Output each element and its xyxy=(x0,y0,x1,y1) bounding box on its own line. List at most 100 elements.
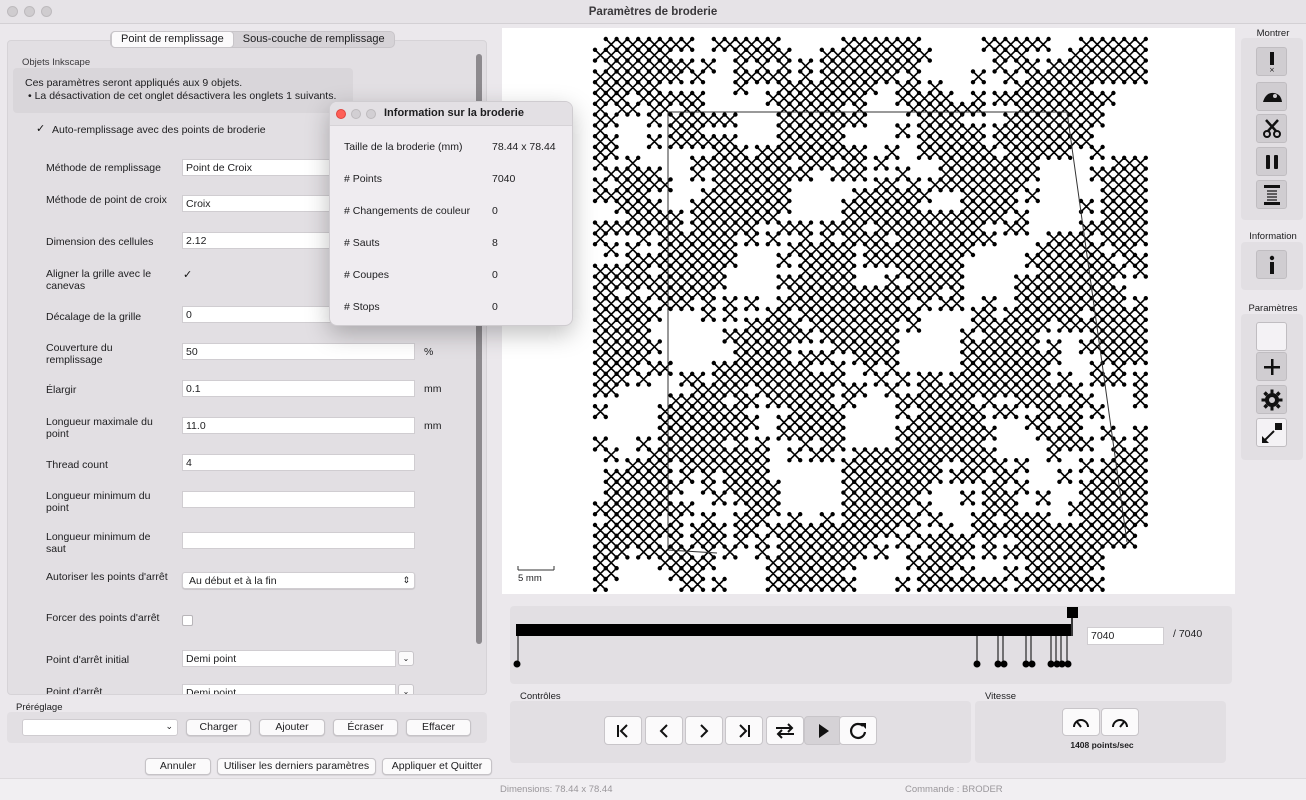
use-last-settings-button[interactable]: Utiliser les derniers paramètres xyxy=(217,758,376,775)
initial-lock-label: Point d'arrêt initial xyxy=(46,654,130,666)
force-lock-checkbox[interactable] xyxy=(182,615,193,626)
allow-lock-select[interactable]: Au début et à la fin ⇕ xyxy=(182,572,415,589)
skip-to-end-button[interactable] xyxy=(725,716,763,745)
restart-button[interactable] xyxy=(839,716,877,745)
tab-fill-underlay[interactable]: Sous-couche de remplissage xyxy=(234,32,394,47)
grid-offset-input[interactable]: 0 xyxy=(182,306,332,323)
status-dimensions: Dimensions: 78.44 x 78.44 xyxy=(500,784,613,795)
min-jump-input[interactable] xyxy=(182,532,415,549)
tab-fill-stitch[interactable]: Point de remplissage xyxy=(111,31,234,48)
thread-count-input[interactable]: 4 xyxy=(182,454,415,471)
jump-icons xyxy=(513,660,1072,668)
color-changes-toggle-button[interactable] xyxy=(1256,180,1287,209)
zoom-window-button[interactable] xyxy=(41,6,52,17)
stitch-method-label: Méthode de point de croix xyxy=(46,194,167,206)
expand-unit: mm xyxy=(424,383,442,395)
min-jump-label: Longueur minimum de saut xyxy=(46,531,151,555)
skip-to-start-button[interactable] xyxy=(604,716,642,745)
dialog-minimize-button[interactable] xyxy=(351,109,361,119)
parameters-label: Paramètres xyxy=(1248,303,1298,314)
chevron-down-icon[interactable]: ⌄ xyxy=(398,684,414,694)
cross-stitch-pattern xyxy=(592,36,1148,593)
info-row-value: 0 xyxy=(492,269,498,281)
max-length-input[interactable]: 11.0 xyxy=(182,417,415,434)
coverage-input[interactable]: 50 xyxy=(182,343,415,360)
info-row-value: 78.44 x 78.44 xyxy=(492,141,556,153)
autofill-checkbox[interactable] xyxy=(35,122,46,136)
final-lock-select[interactable]: Demi point xyxy=(182,684,396,694)
apply-quit-button[interactable]: Appliquer et Quitter xyxy=(382,758,492,775)
autofill-option: Auto-remplissage avec des points de brod… xyxy=(35,122,266,137)
thread-count-label: Thread count xyxy=(46,459,108,471)
speed-value: 1408 points/sec xyxy=(1070,740,1134,750)
chevron-down-icon: ⌄ xyxy=(165,721,173,731)
resize-button[interactable] xyxy=(1256,418,1287,447)
information-label: Information xyxy=(1249,231,1297,242)
autofill-label: Auto-remplissage avec des points de brod… xyxy=(52,124,266,136)
speed-fast-icon xyxy=(1112,719,1128,728)
dialog-close-button[interactable] xyxy=(336,109,346,119)
delete-preset-button[interactable]: Effacer xyxy=(406,719,471,736)
expand-label: Élargir xyxy=(46,384,77,396)
scale-label: 5 mm xyxy=(518,573,542,584)
max-length-unit: mm xyxy=(424,420,442,432)
step-forward-button[interactable] xyxy=(685,716,723,745)
play-button[interactable] xyxy=(804,716,842,745)
info-row-label: # Points xyxy=(344,173,382,185)
overwrite-preset-button[interactable]: Écraser xyxy=(333,719,398,736)
minimize-window-button[interactable] xyxy=(24,6,35,17)
stitch-method-select[interactable]: Croix xyxy=(182,195,332,212)
blank-button[interactable] xyxy=(1256,322,1287,351)
chevron-down-icon[interactable]: ⌄ xyxy=(398,651,414,666)
total-stitches: / 7040 xyxy=(1173,628,1203,640)
stitch-timeline[interactable] xyxy=(510,606,1232,684)
expand-input[interactable]: 0.1 xyxy=(182,380,415,397)
timeline-graphic xyxy=(513,607,1078,668)
info-row-value: 7040 xyxy=(492,173,516,185)
jump-markers xyxy=(517,636,1068,662)
cancel-button[interactable]: Annuler xyxy=(145,758,211,775)
dialog-window-controls xyxy=(336,109,376,119)
jump-frog-icon xyxy=(1262,92,1282,102)
initial-lock-select[interactable]: Demi point xyxy=(182,650,396,667)
direction-toggle-button[interactable] xyxy=(766,716,804,745)
section-label: Objets Inkscape xyxy=(22,57,91,68)
jumps-toggle-button[interactable] xyxy=(1256,82,1287,111)
info-row-label: # Sauts xyxy=(344,237,380,249)
slow-down-button[interactable] xyxy=(1062,708,1100,736)
cell-size-input[interactable]: 2.12 xyxy=(182,232,332,249)
warnings-toggle-button[interactable]: × xyxy=(1256,47,1287,76)
add-preset-button[interactable]: Ajouter xyxy=(259,719,325,736)
plus-icon xyxy=(1263,358,1280,375)
align-grid-label: Aligner la grille avec le canevas xyxy=(46,268,152,292)
trims-toggle-button[interactable] xyxy=(1256,114,1287,143)
info-note: Ces paramètres seront appliqués aux 9 ob… xyxy=(13,68,353,113)
play-icon xyxy=(819,723,829,738)
preset-select[interactable]: ⌄ xyxy=(22,719,178,736)
embroidery-preview[interactable]: 5 mm xyxy=(502,28,1235,594)
settings-tabs: Point de remplissage Sous-couche de remp… xyxy=(110,31,395,48)
skip-start-icon xyxy=(617,723,628,738)
swap-arrows-icon xyxy=(776,722,794,739)
add-button[interactable] xyxy=(1256,352,1287,381)
title-bar: Paramètres de broderie xyxy=(0,0,1306,24)
info-button[interactable] xyxy=(1256,250,1287,279)
info-row-value: 0 xyxy=(492,301,498,313)
current-stitch-input[interactable]: 7040 xyxy=(1087,627,1164,645)
dialog-zoom-button[interactable] xyxy=(366,109,376,119)
min-stitch-input[interactable] xyxy=(182,491,415,508)
load-preset-button[interactable]: Charger xyxy=(186,719,251,736)
align-grid-checkbox[interactable] xyxy=(182,268,193,282)
window-controls xyxy=(7,6,52,17)
speed-up-button[interactable] xyxy=(1101,708,1139,736)
min-stitch-label: Longueur minimum du point xyxy=(46,490,151,514)
stops-toggle-button[interactable] xyxy=(1256,147,1287,176)
skip-end-icon xyxy=(739,723,750,738)
timeline-handle xyxy=(1067,607,1078,618)
fill-method-select[interactable]: Point de Croix xyxy=(182,159,332,176)
settings-button[interactable] xyxy=(1256,385,1287,414)
step-back-button[interactable] xyxy=(645,716,683,745)
note-line-2: • La désactivation de cet onglet désacti… xyxy=(28,90,337,102)
close-window-button[interactable] xyxy=(7,6,18,17)
pause-icon xyxy=(1265,154,1278,169)
